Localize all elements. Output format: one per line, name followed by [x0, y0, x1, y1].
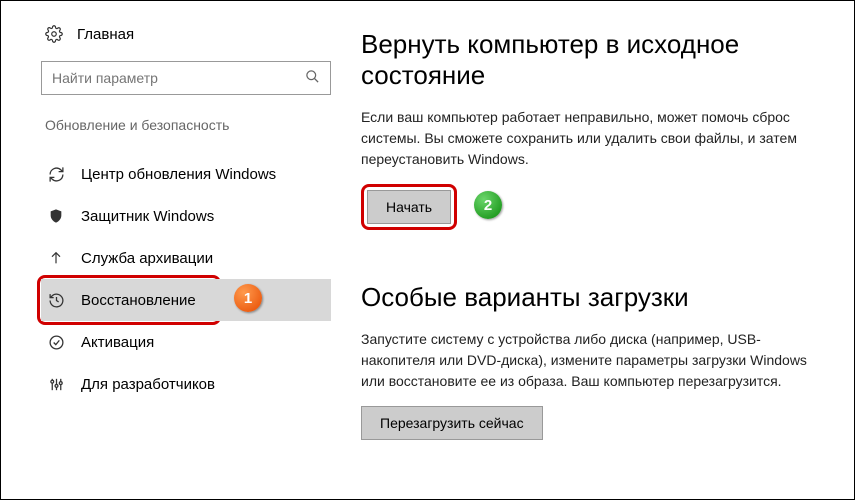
- sidebar-item-developers[interactable]: Для разработчиков: [41, 363, 331, 405]
- upload-icon: [47, 250, 65, 266]
- home-nav[interactable]: Главная: [41, 25, 341, 43]
- sidebar-item-backup[interactable]: Служба архивации: [41, 237, 331, 279]
- search-input[interactable]: [41, 61, 331, 95]
- search-field[interactable]: [52, 70, 305, 86]
- annotation-badge-2: 2: [474, 191, 502, 219]
- nav-label: Служба архивации: [81, 250, 213, 267]
- shield-icon: [47, 208, 65, 224]
- sidebar-item-defender[interactable]: Защитник Windows: [41, 195, 331, 237]
- annotation-badge-1: 1: [234, 284, 262, 312]
- main-content: Вернуть компьютер в исходное состояние Е…: [341, 1, 854, 499]
- section-title: Обновление и безопасность: [41, 117, 341, 133]
- nav-label: Для разработчиков: [81, 376, 215, 393]
- check-circle-icon: [47, 334, 65, 351]
- sync-icon: [47, 166, 65, 183]
- nav-label: Активация: [81, 334, 154, 351]
- reset-start-button[interactable]: Начать: [367, 190, 451, 224]
- tools-icon: [47, 376, 65, 393]
- annotation-highlight-1: Восстановление 1: [37, 275, 221, 325]
- gear-icon: [45, 25, 63, 43]
- reset-heading: Вернуть компьютер в исходное состояние: [361, 29, 824, 91]
- advanced-description: Запустите систему с устройства либо диск…: [361, 329, 824, 392]
- nav-label: Восстановление: [81, 292, 196, 309]
- sidebar-item-windows-update[interactable]: Центр обновления Windows: [41, 153, 331, 195]
- settings-sidebar: Главная Обновление и безопасность Центр …: [1, 1, 341, 499]
- nav-label: Защитник Windows: [81, 208, 214, 225]
- sidebar-item-recovery[interactable]: Восстановление: [41, 279, 331, 321]
- restart-now-button[interactable]: Перезагрузить сейчас: [361, 406, 543, 440]
- home-label: Главная: [77, 26, 134, 43]
- search-icon: [305, 69, 320, 88]
- advanced-heading: Особые варианты загрузки: [361, 282, 824, 313]
- reset-description: Если ваш компьютер работает неправильно,…: [361, 107, 824, 170]
- sidebar-item-activation[interactable]: Активация: [41, 321, 331, 363]
- nav-label: Центр обновления Windows: [81, 166, 276, 183]
- annotation-highlight-2: Начать 2: [361, 184, 457, 230]
- history-icon: [47, 292, 65, 309]
